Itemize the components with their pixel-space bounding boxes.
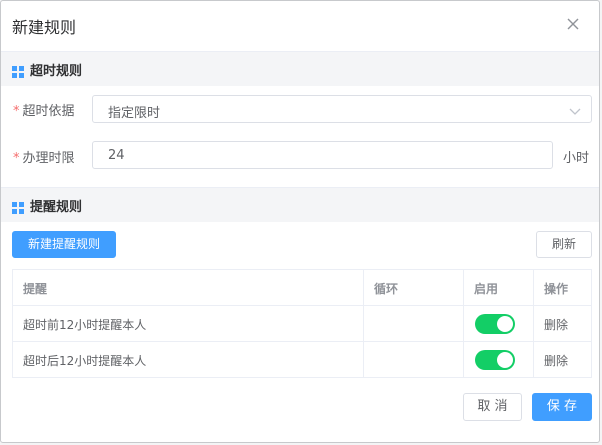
refresh-button[interactable]: 刷新 xyxy=(536,231,592,258)
limit-input-value: 24 xyxy=(108,148,125,163)
delete-link[interactable]: 删除 xyxy=(544,316,568,333)
header-loop: 循环 xyxy=(364,270,464,305)
required-mark: * xyxy=(13,151,20,166)
switch-knob xyxy=(497,316,513,332)
grid-icon xyxy=(12,199,24,214)
table-row: 超时后12小时提醒本人 删除 xyxy=(13,342,591,378)
dialog-header: 新建规则 xyxy=(1,1,599,49)
cell-loop xyxy=(364,342,464,378)
save-button[interactable]: 保 存 xyxy=(532,393,592,421)
header-action: 操作 xyxy=(544,282,569,296)
reminder-section-title: 提醒规则 xyxy=(30,200,83,215)
close-icon[interactable] xyxy=(565,16,581,32)
timeout-section-title: 超时规则 xyxy=(30,64,83,79)
header-enabled: 启用 xyxy=(464,270,534,305)
basis-select[interactable]: 指定限时 xyxy=(92,95,592,123)
delete-link[interactable]: 删除 xyxy=(544,352,568,369)
cancel-button[interactable]: 取 消 xyxy=(463,393,522,421)
cell-action: 删除 xyxy=(534,306,591,341)
cell-action: 删除 xyxy=(534,342,591,378)
table-row: 超时前12小时提醒本人 删除 xyxy=(13,306,591,342)
limit-label: * 办理时限 xyxy=(13,151,75,166)
limit-input[interactable]: 24 xyxy=(92,141,553,169)
basis-select-value: 指定限时 xyxy=(108,106,161,121)
reminder-table: 提醒 循环 启用 操作 超时前12小时提醒本人 删除 超时后12小时提醒本人 删… xyxy=(12,269,592,378)
enable-switch[interactable] xyxy=(475,314,515,334)
dialog-title: 新建规则 xyxy=(12,18,77,37)
timeout-section-header: 超时规则 xyxy=(1,51,599,86)
cell-loop xyxy=(364,306,464,341)
table-header-row: 提醒 循环 启用 操作 xyxy=(13,270,591,306)
cell-reminder: 超时前12小时提醒本人 xyxy=(13,306,364,341)
switch-knob xyxy=(497,352,513,368)
grid-icon xyxy=(12,63,24,78)
limit-unit: 小时 xyxy=(563,151,590,166)
cell-reminder: 超时后12小时提醒本人 xyxy=(13,342,364,378)
cell-enabled xyxy=(464,306,534,341)
header-reminder: 提醒 xyxy=(13,270,364,305)
cell-enabled xyxy=(464,342,534,378)
new-rule-dialog: 新建规则 超时规则 * 超时依据 指定限时 * 办理时限 24 小时 提醒规则 … xyxy=(0,0,600,443)
enable-switch[interactable] xyxy=(475,350,515,370)
reminder-section-header: 提醒规则 xyxy=(1,187,599,222)
basis-label: * 超时依据 xyxy=(13,104,75,119)
new-reminder-button[interactable]: 新建提醒规则 xyxy=(12,231,116,258)
required-mark: * xyxy=(13,104,20,119)
chevron-down-icon xyxy=(569,105,581,115)
